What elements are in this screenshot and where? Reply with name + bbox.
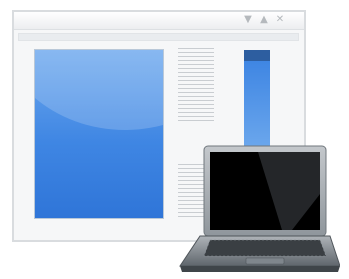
image-preview [34, 49, 164, 219]
laptop-lid [203, 145, 327, 237]
laptop-base [179, 235, 340, 272]
window-titlebar: ▼ ▲ ✕ [14, 12, 304, 30]
triangle-down-icon[interactable]: ▼ [242, 14, 254, 26]
laptop-icon [179, 145, 340, 272]
toolbar-strip [18, 33, 299, 41]
scrollbar-thumb[interactable] [244, 50, 270, 146]
preview-gloss [35, 50, 163, 130]
close-icon[interactable]: ✕ [274, 14, 286, 26]
triangle-up-icon[interactable]: ▲ [258, 14, 270, 26]
text-lines-top [178, 48, 214, 124]
